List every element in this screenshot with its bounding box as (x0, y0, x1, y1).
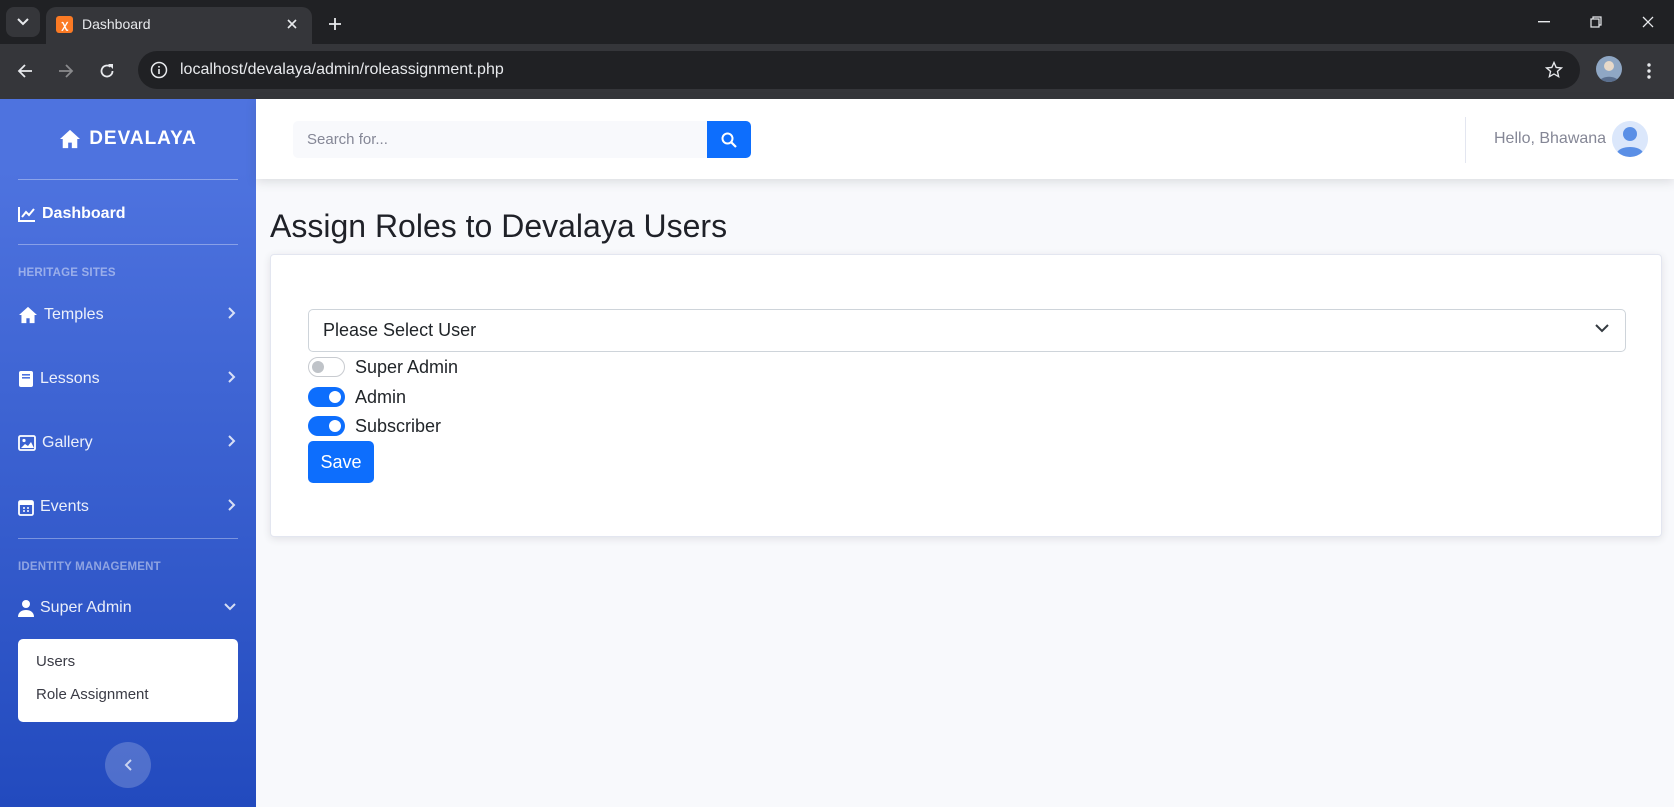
reload-icon (100, 64, 114, 78)
xampp-icon: ꭓ (56, 16, 73, 33)
sidebar: DEVALAYA Dashboard HERITAGE SITES Temple… (0, 99, 256, 807)
sidebar-item-label: Temples (44, 306, 104, 323)
sidebar-brand[interactable]: DEVALAYA (0, 121, 256, 157)
arrow-right-icon (59, 64, 74, 78)
browser-toolbar: localhost/devalaya/admin/roleassignment.… (0, 44, 1674, 99)
toggle-knob (329, 420, 341, 432)
search-icon (721, 132, 737, 148)
browser-tabbar: ꭓ Dashboard (0, 0, 1674, 44)
tab-search-button[interactable] (6, 7, 40, 37)
book-icon (19, 371, 33, 387)
topbar-divider (1465, 117, 1466, 163)
super-admin-submenu: Users Role Assignment (18, 639, 238, 722)
chevron-down-icon (1595, 324, 1609, 333)
sidebar-item-gallery[interactable]: Gallery (18, 427, 240, 459)
address-bar[interactable]: localhost/devalaya/admin/roleassignment.… (138, 51, 1580, 89)
role-assignment-card: Please Select User Super Admin Admin Sub… (270, 254, 1662, 537)
sidebar-item-label: Super Admin (40, 599, 132, 616)
brand-text: DEVALAYA (89, 128, 197, 149)
bookmark-button[interactable] (1542, 58, 1566, 82)
role-label: Super Admin (355, 356, 459, 377)
user-select-value: Please Select User (323, 320, 477, 340)
sidebar-item-label: Gallery (42, 434, 93, 451)
profile-avatar[interactable] (1596, 56, 1622, 82)
chevron-right-icon (228, 371, 236, 383)
sidebar-item-label: Events (40, 498, 89, 515)
sidebar-item-events[interactable]: Events (18, 491, 240, 523)
chevron-right-icon (228, 499, 236, 511)
chart-line-icon (18, 207, 35, 222)
sidebar-divider (18, 244, 238, 245)
section-heading-identity: IDENTITY MANAGEMENT (18, 561, 161, 573)
search-button[interactable] (707, 121, 751, 158)
user-greeting[interactable]: Hello, Bhawana (1494, 130, 1606, 148)
back-button[interactable] (10, 56, 40, 86)
close-tab-button[interactable] (282, 14, 302, 34)
sidebar-divider (18, 179, 238, 180)
site-info-button[interactable] (146, 57, 172, 83)
avatar-icon (1599, 61, 1619, 82)
page-title: Assign Roles to Devalaya Users (270, 208, 728, 244)
calendar-icon (18, 500, 34, 516)
save-button[interactable]: Save (308, 441, 374, 483)
sidebar-divider (18, 538, 238, 539)
chevron-down-icon (17, 18, 29, 26)
info-icon (150, 61, 168, 79)
minimize-button[interactable] (1524, 8, 1564, 36)
reload-button[interactable] (92, 56, 122, 86)
sidebar-item-lessons[interactable]: Lessons (18, 363, 240, 395)
sidebar-item-label: Dashboard (42, 205, 126, 222)
role-row-super-admin: Super Admin (308, 355, 458, 379)
restore-button[interactable] (1576, 8, 1616, 36)
minimize-icon (1538, 21, 1550, 23)
user-avatar[interactable] (1612, 121, 1648, 157)
home-icon (19, 306, 37, 324)
chevron-down-icon (224, 603, 236, 611)
role-label: Admin (355, 386, 407, 407)
more-vertical-icon (1647, 63, 1651, 79)
chevron-right-icon (228, 435, 236, 447)
plus-icon (329, 18, 341, 30)
tab-title: Dashboard (82, 16, 151, 32)
restore-icon (1590, 16, 1602, 28)
submenu-item-users[interactable]: Users (36, 653, 220, 686)
submenu-item-role-assignment[interactable]: Role Assignment (36, 686, 220, 719)
sidebar-item-dashboard[interactable]: Dashboard (18, 198, 240, 230)
role-row-admin: Admin (308, 385, 406, 409)
chevron-left-icon (124, 759, 132, 771)
browser-menu-button[interactable] (1636, 56, 1662, 86)
section-heading-heritage: HERITAGE SITES (18, 267, 116, 279)
role-label: Subscriber (355, 415, 442, 436)
toggle-knob (312, 361, 324, 373)
forward-button[interactable] (51, 56, 81, 86)
url-text: localhost/devalaya/admin/roleassignment.… (180, 61, 504, 78)
chevron-right-icon (228, 307, 236, 319)
user-avatar-icon (1612, 121, 1648, 157)
sidebar-item-label: Lessons (40, 370, 100, 387)
super-admin-toggle[interactable] (308, 357, 345, 377)
sidebar-item-temples[interactable]: Temples (18, 299, 240, 331)
sidebar-toggle-button[interactable] (105, 742, 151, 788)
close-icon (1642, 16, 1654, 28)
search-input[interactable] (293, 121, 707, 158)
toggle-knob (329, 391, 341, 403)
browser-tab[interactable]: ꭓ Dashboard (46, 7, 312, 44)
close-window-button[interactable] (1628, 8, 1668, 36)
user-select[interactable]: Please Select User (308, 309, 1626, 352)
new-tab-button[interactable] (322, 11, 348, 37)
subscriber-toggle[interactable] (308, 416, 345, 436)
role-row-subscriber: Subscriber (308, 414, 441, 438)
admin-toggle[interactable] (308, 387, 345, 407)
close-icon (287, 19, 297, 29)
home-icon (60, 129, 81, 149)
sidebar-item-super-admin[interactable]: Super Admin (18, 592, 240, 624)
user-icon (18, 600, 34, 617)
image-icon (18, 435, 36, 451)
star-icon (1545, 61, 1563, 79)
topbar: Hello, Bhawana (256, 99, 1674, 179)
arrow-left-icon (17, 64, 32, 78)
